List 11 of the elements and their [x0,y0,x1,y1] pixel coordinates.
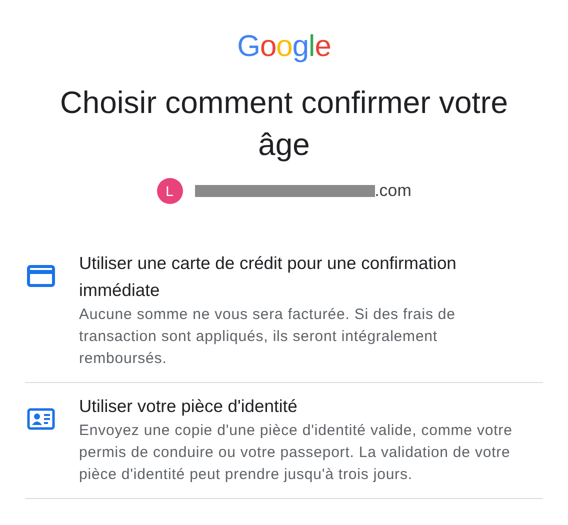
option-description: Envoyez une copie d'une pièce d'identité valide, comme votre permis de conduire ou votre passeport. La validation de votre pièce d'identité peut prendre jusqu'à trois jours. [79,421,514,485]
email-address: .com [374,181,412,201]
credit-card-icon [27,265,55,287]
google-logo: Google [237,29,331,65]
id-card-icon [27,408,55,430]
option-description: Aucune somme ne vous sera facturée. Si des frais de transaction sont appliqués, ils seront intégralement remboursés. [79,305,456,369]
option-title: Utiliser votre pièce d'identité [79,395,298,418]
avatar: L [156,178,183,204]
page-title: Choisir comment confirmer votre âge [59,84,509,164]
option-item[interactable]: Utiliser une carte de crédit pour une confirmation immédiate Aucune somme ne vous sera facturée. Si des frais de transaction sont appliqués, ils seront intégralement remboursés. [25,240,543,383]
option-title: Utiliser une carte de crédit pour une confirmation immédiate [79,252,458,302]
